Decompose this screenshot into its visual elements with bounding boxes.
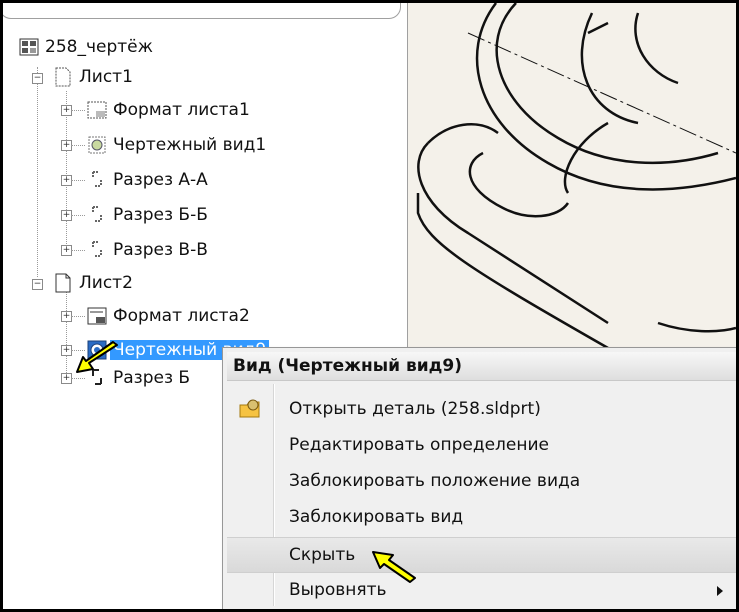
tree-connector xyxy=(71,180,85,181)
tree-item-sheet-format2[interactable]: Формат листа2 xyxy=(87,302,250,330)
tree-item-section-vv[interactable]: Разрез В-В xyxy=(87,236,208,264)
tree-item-section-aa[interactable]: Разрез А-А xyxy=(87,166,208,194)
menu-item-label: Открыть деталь (258.sldprt) xyxy=(289,399,541,419)
tree-item-label: Лист2 xyxy=(79,273,133,293)
annotation-arrow-icon xyxy=(372,551,416,583)
tree-connector xyxy=(66,291,67,381)
tree-connector xyxy=(37,67,38,277)
context-menu-title: Вид (Чертежный вид9) xyxy=(227,352,736,381)
collapse-toggle[interactable]: − xyxy=(32,73,43,84)
section-view-icon xyxy=(87,205,107,225)
menu-item-align[interactable]: Выровнять xyxy=(227,573,736,607)
drawing-icon xyxy=(19,37,39,57)
tree-item-sheet2[interactable]: Лист2 xyxy=(53,269,133,297)
sheet-format-icon xyxy=(87,100,107,120)
tree-item-label: Лист1 xyxy=(79,67,133,87)
section-view-icon xyxy=(87,240,107,260)
tree-item-label: Разрез Б xyxy=(113,368,191,388)
menu-item-hide[interactable]: Скрыть xyxy=(227,537,736,573)
tree-item-label: Чертежный вид1 xyxy=(113,135,267,155)
screenshot-frame: 258_чертёж − Лист1 + Формат листа1 + Чер… xyxy=(0,0,739,612)
menu-item-lock-view-position[interactable]: Заблокировать положение вида xyxy=(227,464,736,498)
menu-item-open-part[interactable]: Открыть деталь (258.sldprt) xyxy=(227,392,736,426)
sheet-icon xyxy=(53,67,73,87)
tree-root-label: 258_чертёж xyxy=(45,37,153,57)
tree-item-label: Формат листа2 xyxy=(113,306,250,326)
section-view-icon xyxy=(87,170,107,190)
tree-root[interactable]: 258_чертёж xyxy=(19,33,153,61)
tree-connector xyxy=(71,316,85,317)
tree-item-drawing-view1[interactable]: Чертежный вид1 xyxy=(87,131,266,159)
sheet-format-icon xyxy=(87,306,107,326)
tree-item-label: Разрез А-А xyxy=(113,170,208,190)
tree-item-sheet-format1[interactable]: Формат листа1 xyxy=(87,96,250,124)
tree-item-label: Формат листа1 xyxy=(113,100,250,120)
menu-item-lock-view[interactable]: Заблокировать вид xyxy=(227,500,736,534)
tree-item-sheet1[interactable]: Лист1 xyxy=(53,63,133,91)
drawing-view-icon xyxy=(87,135,107,155)
collapse-toggle[interactable]: − xyxy=(32,279,43,290)
context-menu: Вид (Чертежный вид9) Открыть деталь (258… xyxy=(222,347,736,609)
menu-item-label: Заблокировать положение вида xyxy=(289,471,581,491)
tree-connector xyxy=(71,215,85,216)
tree-connector xyxy=(71,378,85,379)
menu-item-label: Скрыть xyxy=(289,545,356,565)
menu-item-label: Заблокировать вид xyxy=(289,507,464,527)
tree-tab-strip xyxy=(3,3,401,19)
tree-connector xyxy=(71,110,85,111)
submenu-arrow-icon xyxy=(717,586,723,596)
tree-item-label: Разрез В-В xyxy=(113,240,208,260)
tree-item-label: Разрез Б-Б xyxy=(113,205,208,225)
sheet-icon xyxy=(53,273,73,293)
menu-item-edit-definition[interactable]: Редактировать определение xyxy=(227,428,736,462)
annotation-arrow-icon xyxy=(76,341,118,373)
tree-item-section-bb[interactable]: Разрез Б-Б xyxy=(87,201,208,229)
tree-connector xyxy=(71,145,85,146)
tree-connector xyxy=(71,250,85,251)
menu-item-label: Редактировать определение xyxy=(289,435,549,455)
